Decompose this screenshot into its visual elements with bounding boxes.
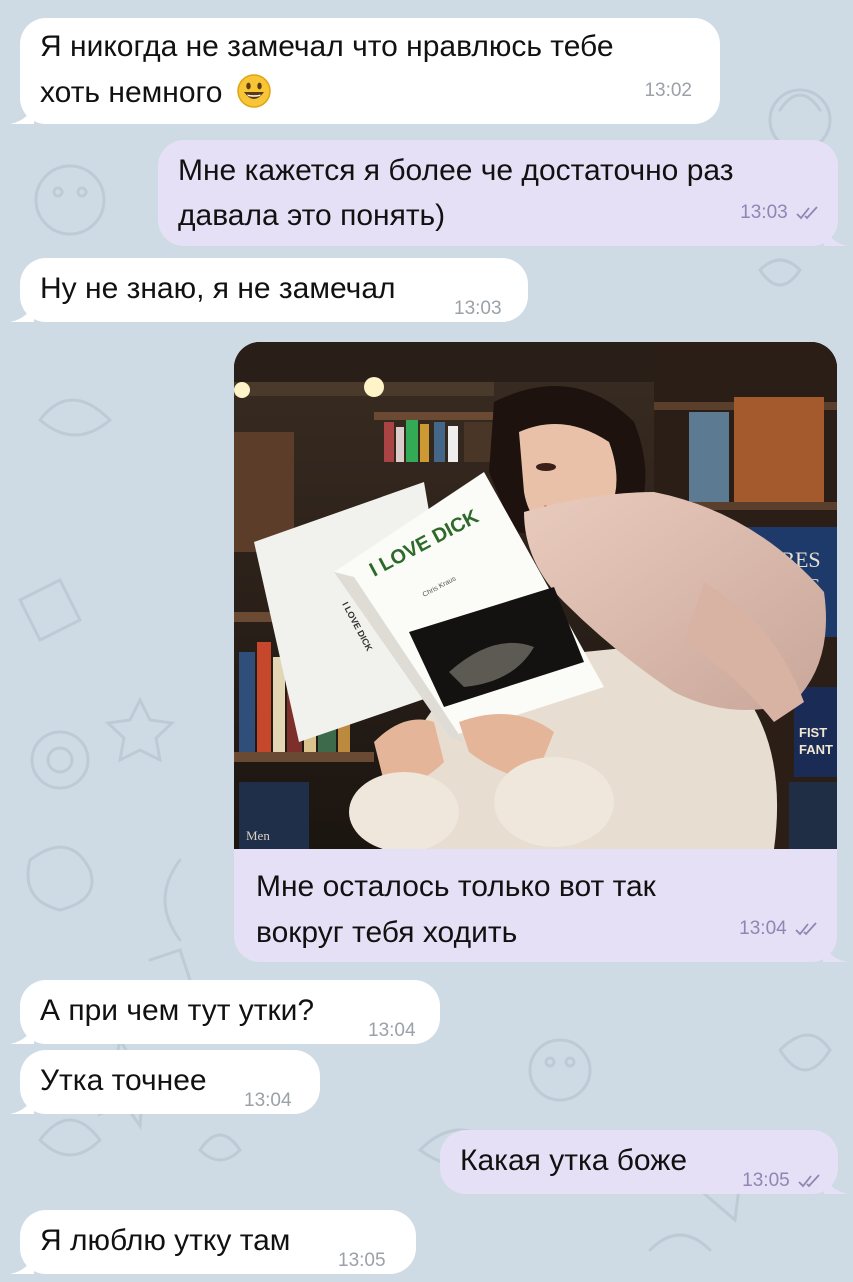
outgoing-message[interactable]: Мне кажется я более че достаточно раз да… [158,140,848,246]
double-check-icon [798,1174,820,1188]
message-text: Утка точнее [40,1064,207,1097]
message-time: 13:05 [338,1250,386,1271]
shelf-sign: FIST [799,725,827,740]
message-text: Я никогда не замечал что нравлюсь тебе [40,30,614,63]
message-text: Мне кажется я более че достаточно раз [178,154,734,187]
message-time-status: 13:05 [742,1160,822,1202]
double-check-icon [796,206,818,220]
double-check-icon [795,922,817,936]
bookstore-reader-photo: Men he BES ERIC 917 FIST FANT [234,342,837,849]
message-time-status: 13:03 [740,192,820,234]
message-text: Какая утка боже [460,1144,688,1177]
bubble-tail [10,300,34,322]
message-time: 13:04 [739,918,787,939]
message-text: Ну не знаю, я не замечал [40,272,396,305]
message-time: 13:04 [368,1020,416,1041]
message-text: Мне осталось только вот так [256,870,656,903]
message-text: Я люблю утку там [40,1224,291,1257]
message-time: 13:04 [244,1090,292,1111]
incoming-message[interactable]: А при чем тут утки? 13:04 [10,980,440,1044]
bubble-tail [824,1172,848,1194]
message-time: 13:03 [740,202,788,223]
message-text: вокруг тебя ходить [256,916,518,949]
incoming-message[interactable]: Я люблю утку там 13:05 [10,1210,416,1274]
message-text: А при чем тут утки? [40,994,315,1027]
message-time: 13:03 [454,298,502,319]
bubble-tail [10,102,34,124]
shelf-sign: Men [246,828,270,843]
incoming-message[interactable]: Ну не знаю, я не замечал 13:03 [10,258,528,322]
message-text: давала это понять) [178,199,446,232]
message-time: 13:02 [644,80,692,101]
outgoing-message[interactable]: Какая утка боже 13:05 [440,1130,848,1194]
bubble-tail [10,1022,34,1044]
message-text: хоть немного [40,72,271,114]
bubble-tail [10,1092,34,1114]
message-time: 13:05 [742,1170,790,1191]
message-time-status: 13:04 [739,908,819,950]
smiley-emoji-icon [237,74,271,108]
bubble-tail [823,940,847,962]
incoming-message[interactable]: Утка точнее 13:04 [10,1050,320,1114]
outgoing-photo-message[interactable]: Men he BES ERIC 917 FIST FANT [234,342,847,962]
bubble-tail [10,1252,34,1274]
bubble-tail [824,224,848,246]
shelf-sign: FANT [799,742,833,757]
message-photo[interactable]: Men he BES ERIC 917 FIST FANT [234,342,837,849]
incoming-message[interactable]: Я никогда не замечал что нравлюсь тебе х… [10,18,720,124]
